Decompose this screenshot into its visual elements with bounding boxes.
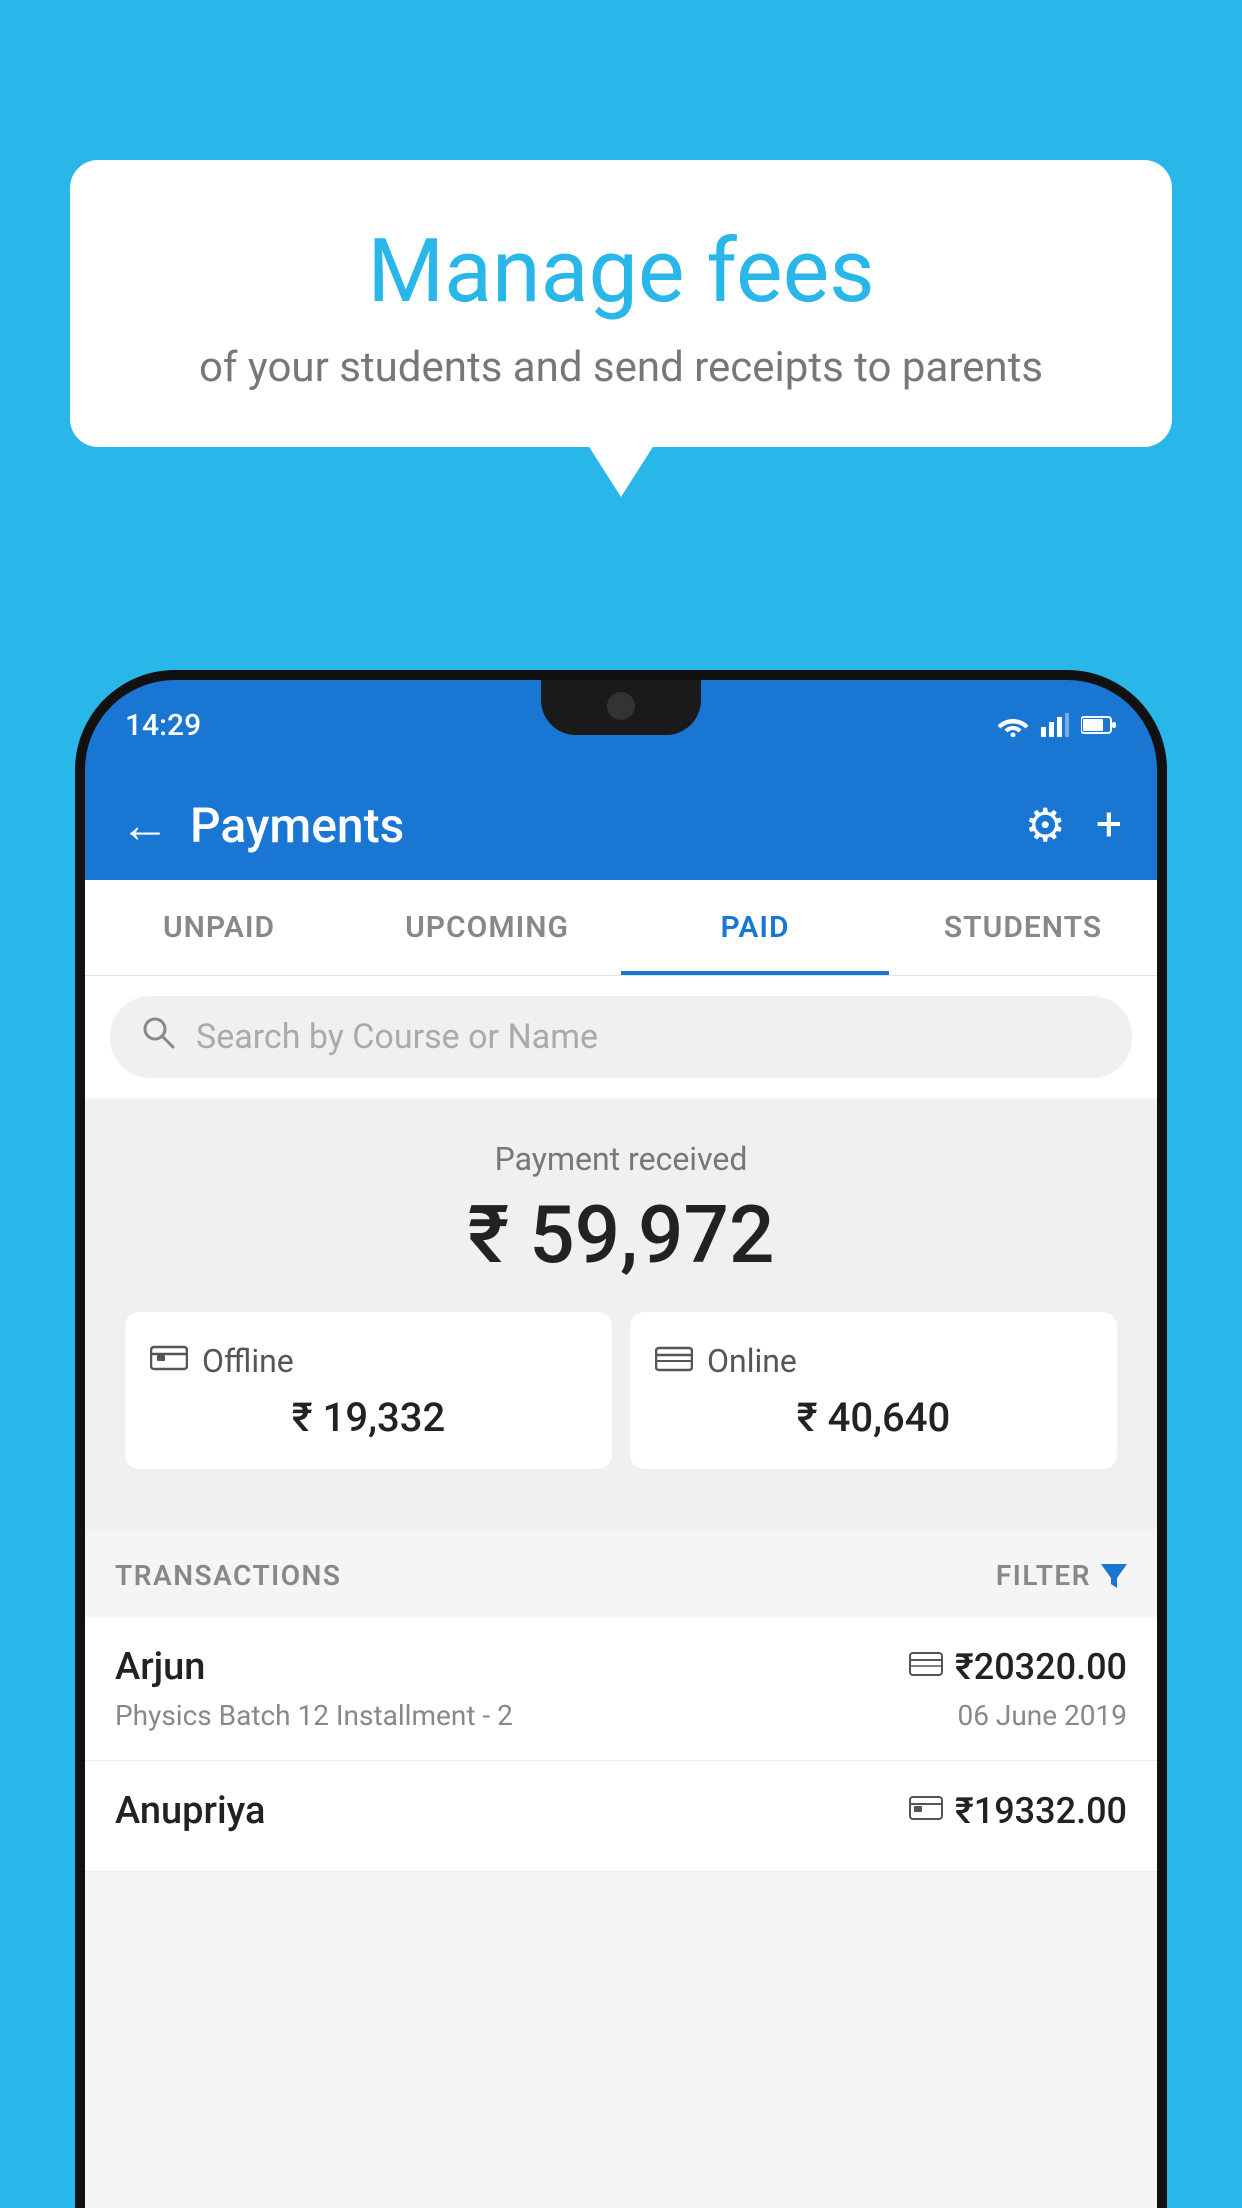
bubble-subtitle: of your students and send receipts to pa…	[120, 343, 1122, 392]
offline-label: Offline	[202, 1342, 294, 1380]
transaction-date: 06 June 2019	[957, 1699, 1127, 1732]
online-card-header: Online	[655, 1340, 1092, 1382]
back-button[interactable]: ←	[120, 796, 170, 855]
bubble-title: Manage fees	[120, 220, 1122, 323]
transaction-amount-wrap: ₹19332.00	[909, 1790, 1127, 1832]
transaction-name: Anupriya	[115, 1789, 265, 1833]
transaction-top: Anupriya ₹19332.00	[115, 1789, 1127, 1833]
camera	[607, 692, 635, 720]
offline-icon	[150, 1340, 188, 1382]
tab-paid[interactable]: PAID	[621, 880, 889, 975]
transaction-top: Arjun ₹20320.00	[115, 1645, 1127, 1689]
add-button[interactable]: +	[1096, 798, 1122, 852]
search-placeholder: Search by Course or Name	[196, 1017, 598, 1057]
tab-bar: UNPAID UPCOMING PAID STUDENTS	[85, 880, 1157, 976]
payment-label: Payment received	[105, 1140, 1137, 1178]
online-payment-icon	[909, 1650, 943, 1685]
offline-card: Offline ₹ 19,332	[125, 1312, 612, 1469]
phone-screen: ← Payments ⚙ + UNPAID UPCOMING PAID STUD…	[85, 770, 1157, 2208]
transaction-amount-wrap: ₹20320.00	[909, 1646, 1127, 1688]
payment-summary: Payment received ₹ 59,972 Offli	[85, 1100, 1157, 1529]
signal-icon	[1041, 713, 1069, 737]
offline-amount: ₹ 19,332	[150, 1394, 587, 1441]
status-icons	[997, 713, 1117, 737]
settings-icon[interactable]: ⚙	[1025, 798, 1066, 853]
search-container: Search by Course or Name	[85, 976, 1157, 1098]
transactions-header: TRANSACTIONS FILTER	[85, 1529, 1157, 1617]
wifi-icon	[997, 713, 1029, 737]
app-header: ← Payments ⚙ +	[85, 770, 1157, 880]
search-icon	[140, 1014, 176, 1060]
transaction-amount: ₹20320.00	[955, 1646, 1127, 1688]
tab-unpaid[interactable]: UNPAID	[85, 880, 353, 975]
offline-payment-icon	[909, 1794, 943, 1829]
phone-notch	[541, 680, 701, 735]
payment-amount: ₹ 59,972	[105, 1188, 1137, 1282]
filter-icon	[1101, 1564, 1127, 1588]
online-card: Online ₹ 40,640	[630, 1312, 1117, 1469]
status-time: 14:29	[125, 708, 201, 743]
battery-icon	[1081, 715, 1117, 735]
transaction-name: Arjun	[115, 1645, 205, 1689]
transaction-course: Physics Batch 12 Installment - 2	[115, 1699, 513, 1732]
transaction-amount: ₹19332.00	[955, 1790, 1127, 1832]
search-bar[interactable]: Search by Course or Name	[110, 996, 1132, 1078]
tab-students[interactable]: STUDENTS	[889, 880, 1157, 975]
transaction-row[interactable]: Arjun ₹20320.00 Physics Batch 12 Install…	[85, 1617, 1157, 1761]
header-actions: ⚙ +	[1025, 798, 1122, 853]
transaction-bottom: Physics Batch 12 Installment - 2 06 June…	[115, 1699, 1127, 1732]
transactions-label: TRANSACTIONS	[115, 1559, 341, 1592]
filter-label: FILTER	[996, 1559, 1091, 1592]
phone-frame: 14:29	[85, 680, 1157, 2208]
tab-upcoming[interactable]: UPCOMING	[353, 880, 621, 975]
speech-bubble: Manage fees of your students and send re…	[70, 160, 1172, 447]
transaction-row[interactable]: Anupriya ₹19332.00	[85, 1761, 1157, 1872]
header-title: Payments	[190, 797, 1005, 854]
payment-cards: Offline ₹ 19,332 Onli	[105, 1312, 1137, 1499]
online-icon	[655, 1340, 693, 1382]
filter-button[interactable]: FILTER	[996, 1559, 1127, 1592]
status-bar: 14:29	[85, 680, 1157, 770]
offline-card-header: Offline	[150, 1340, 587, 1382]
online-label: Online	[707, 1342, 797, 1380]
online-amount: ₹ 40,640	[655, 1394, 1092, 1441]
